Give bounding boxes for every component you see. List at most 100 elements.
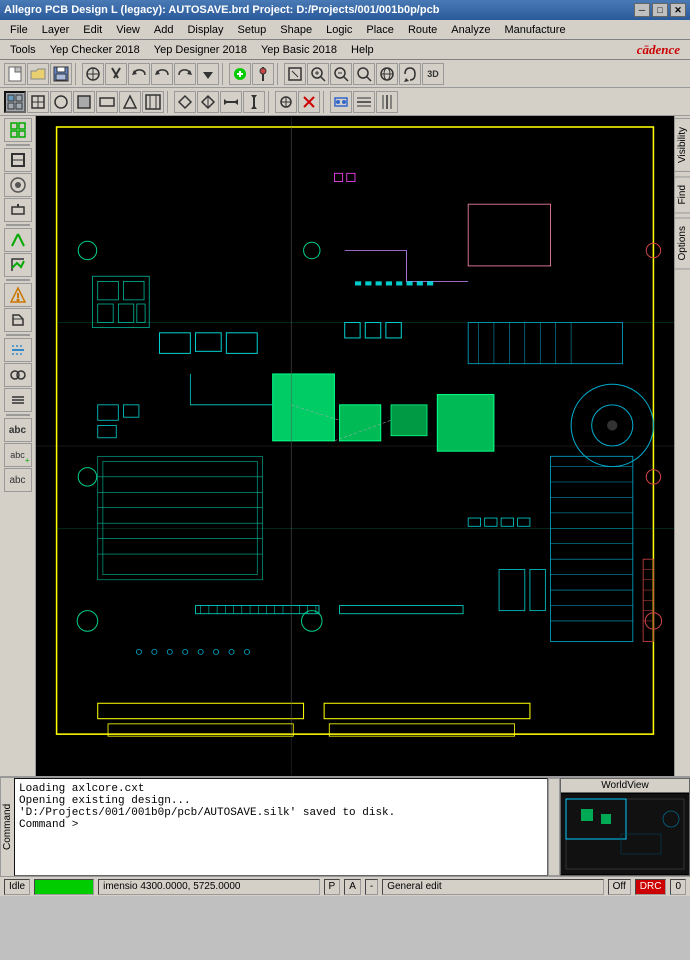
tb-zoom-world[interactable] [376, 63, 398, 85]
tb-save[interactable] [50, 63, 72, 85]
menu-view[interactable]: View [110, 22, 146, 38]
tb-undo1[interactable] [128, 63, 150, 85]
lt-btn-abc[interactable]: abc [4, 418, 32, 442]
tb2-12[interactable] [275, 91, 297, 113]
pcb-canvas[interactable]: 0 : 0 : 0 0 : 0 0 : 0 : 0 0 : 0 [36, 116, 674, 776]
tb2-2[interactable] [27, 91, 49, 113]
pcb-canvas-area[interactable]: 0 : 0 : 0 0 : 0 0 : 0 : 0 0 : 0 [36, 116, 674, 776]
tb-rat[interactable] [229, 63, 251, 85]
tb2-8[interactable] [174, 91, 196, 113]
tb2-10[interactable] [220, 91, 242, 113]
tb2-7[interactable] [142, 91, 164, 113]
menu-tools[interactable]: Tools [4, 42, 42, 58]
tb2-11[interactable] [243, 91, 265, 113]
lt-btn-2[interactable] [4, 148, 32, 172]
tb-down[interactable] [197, 63, 219, 85]
toolbar-row-1: 3D [0, 60, 690, 88]
menu-setup[interactable]: Setup [232, 22, 273, 38]
tb2-15[interactable] [353, 91, 375, 113]
menu-analyze[interactable]: Analyze [445, 22, 496, 38]
lt-sep-5 [6, 414, 30, 416]
tb2-sep-1 [167, 91, 171, 113]
right-panel: Visibility Find Options [674, 116, 690, 776]
console-area[interactable]: Loading axlcore.cxt Opening existing des… [14, 778, 548, 876]
lt-btn-7[interactable] [4, 283, 32, 307]
tb2-4[interactable] [73, 91, 95, 113]
tb-cut[interactable] [105, 63, 127, 85]
close-button[interactable]: ✕ [670, 3, 686, 17]
tb-zoom-out[interactable] [330, 63, 352, 85]
menu-shape[interactable]: Shape [274, 22, 318, 38]
console-scrollbar[interactable] [548, 778, 560, 876]
lt-btn-9[interactable] [4, 338, 32, 362]
tb-snap[interactable] [82, 63, 104, 85]
tb-zoom-prev[interactable] [353, 63, 375, 85]
menu-manufacture[interactable]: Manufacture [498, 22, 571, 38]
lt-btn-abc2[interactable]: abc + [4, 443, 32, 467]
tb-open[interactable] [27, 63, 49, 85]
status-progress [34, 879, 94, 895]
lt-btn-1[interactable] [4, 118, 32, 142]
minimize-button[interactable]: ─ [634, 3, 650, 17]
lt-btn-4[interactable] [4, 198, 32, 222]
menu-place[interactable]: Place [360, 22, 400, 38]
lt-sep-3 [6, 279, 30, 281]
status-coordinates: imensio 4300.0000, 5725.0000 [98, 879, 319, 895]
tb2-sep-2 [268, 91, 272, 113]
tb-undo2[interactable] [151, 63, 173, 85]
tb-pin[interactable] [252, 63, 274, 85]
menu-logic[interactable]: Logic [320, 22, 358, 38]
tb2-14[interactable] [330, 91, 352, 113]
menu-file[interactable]: File [4, 22, 34, 38]
lt-sep-1 [6, 144, 30, 146]
tb2-9[interactable] [197, 91, 219, 113]
menu-bar-2-left: Tools Yep Checker 2018 Yep Designer 2018… [4, 42, 380, 58]
lt-btn-abc3[interactable]: abc [4, 468, 32, 492]
tb-sep-1 [75, 63, 79, 85]
tb2-5[interactable] [96, 91, 118, 113]
lt-btn-5[interactable] [4, 228, 32, 252]
tb-zoom-fit[interactable] [284, 63, 306, 85]
lt-btn-11[interactable] [4, 388, 32, 412]
menu-layer[interactable]: Layer [36, 22, 76, 38]
tb2-1[interactable] [4, 91, 26, 113]
tb-zoom-in[interactable] [307, 63, 329, 85]
tb2-13[interactable] [298, 91, 320, 113]
tb-sep-3 [277, 63, 281, 85]
visibility-tab[interactable]: Visibility [674, 118, 690, 172]
lt-btn-8[interactable] [4, 308, 32, 332]
options-tab[interactable]: Options [674, 217, 690, 269]
tb-sep-2 [222, 63, 226, 85]
worldview-canvas[interactable] [561, 793, 689, 875]
tb-3d[interactable]: 3D [422, 63, 444, 85]
lt-sep-2 [6, 224, 30, 226]
status-edit-mode: General edit [382, 879, 603, 895]
menu-help[interactable]: Help [345, 42, 380, 58]
menu-yep-designer[interactable]: Yep Designer 2018 [148, 42, 253, 58]
tb2-16[interactable] [376, 91, 398, 113]
tb2-6[interactable] [119, 91, 141, 113]
command-label: Command [0, 778, 14, 876]
console-line-4: Command > [19, 819, 543, 831]
status-number: 0 [670, 879, 686, 895]
maximize-button[interactable]: □ [652, 3, 668, 17]
main-area: abc abc + abc [0, 116, 690, 776]
find-tab[interactable]: Find [674, 176, 690, 213]
tb-redo[interactable] [174, 63, 196, 85]
status-mode1: P [324, 879, 341, 895]
cadence-logo: cādence [637, 42, 686, 58]
tb-new[interactable] [4, 63, 26, 85]
menu-edit[interactable]: Edit [77, 22, 108, 38]
menu-display[interactable]: Display [181, 22, 229, 38]
lt-btn-10[interactable] [4, 363, 32, 387]
lt-btn-3[interactable] [4, 173, 32, 197]
menu-yep-basic[interactable]: Yep Basic 2018 [255, 42, 343, 58]
bottom-area: Command Loading axlcore.cxt Opening exis… [0, 776, 690, 876]
menu-add[interactable]: Add [148, 22, 180, 38]
console-line-1: Loading axlcore.cxt [19, 783, 543, 795]
menu-route[interactable]: Route [402, 22, 443, 38]
tb-redraw[interactable] [399, 63, 421, 85]
lt-btn-6[interactable] [4, 253, 32, 277]
menu-yep-checker[interactable]: Yep Checker 2018 [44, 42, 146, 58]
tb2-3[interactable] [50, 91, 72, 113]
